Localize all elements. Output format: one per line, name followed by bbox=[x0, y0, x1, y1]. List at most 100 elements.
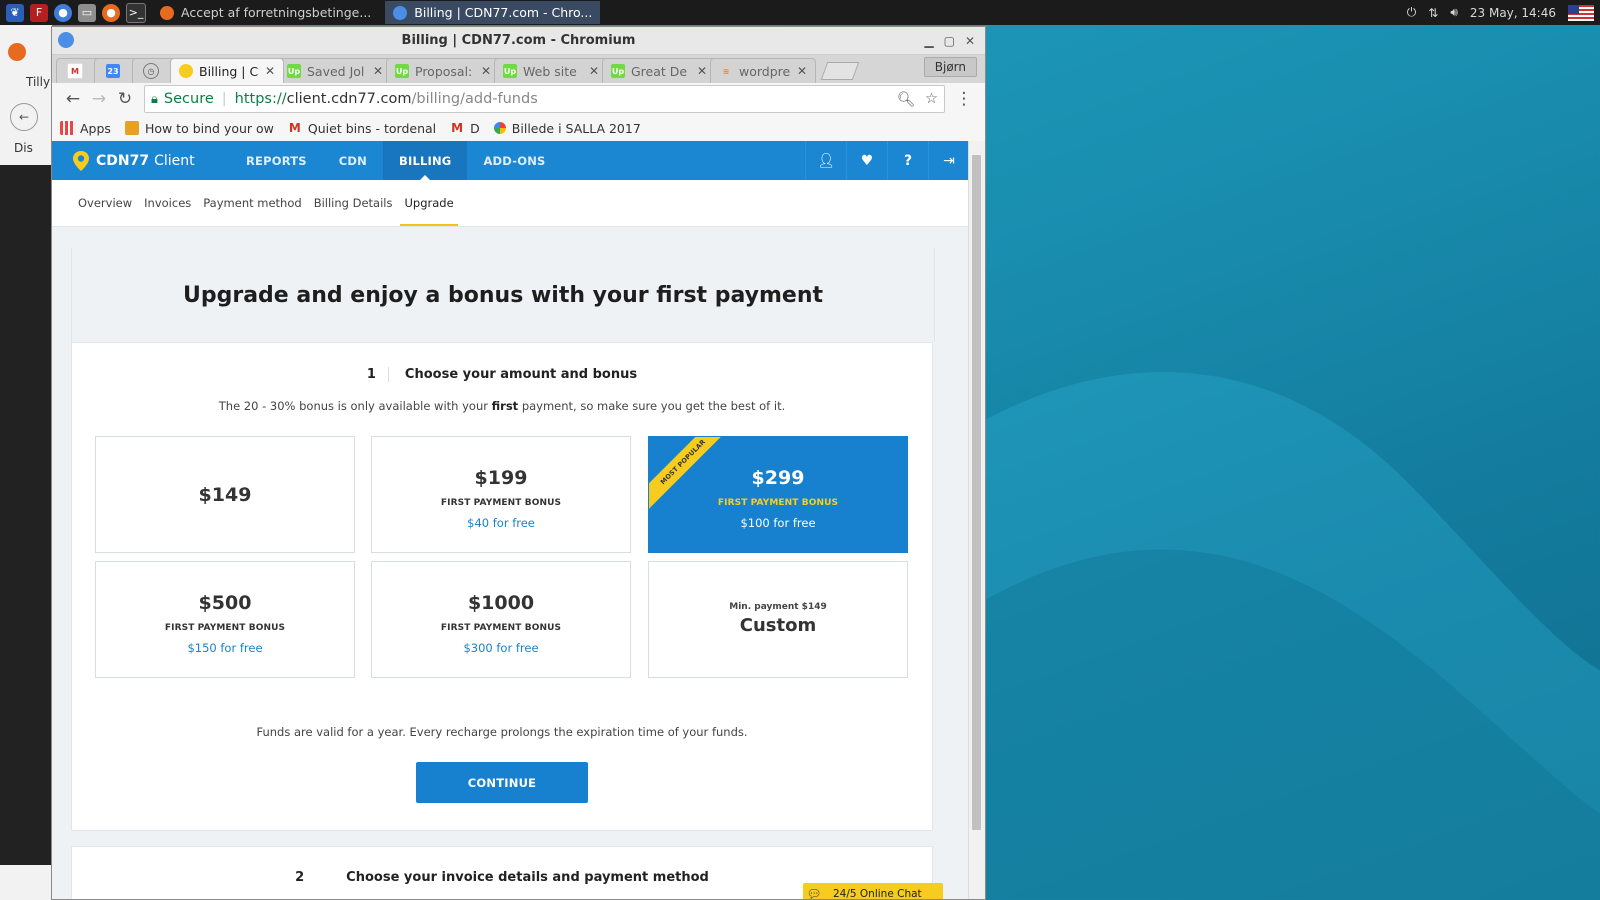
amount-card-199[interactable]: $199 FIRST PAYMENT BONUS $40 for free bbox=[371, 436, 631, 553]
profile-button[interactable]: Bjørn bbox=[923, 57, 977, 77]
minimize-icon[interactable]: ▁ bbox=[924, 34, 933, 48]
close-tab-icon[interactable]: ✕ bbox=[373, 64, 383, 78]
user-icon[interactable]: 👤︎ bbox=[805, 141, 846, 180]
card-bonus-label: FIRST PAYMENT BONUS bbox=[440, 623, 562, 633]
close-tab-icon[interactable]: ✕ bbox=[589, 64, 599, 78]
task-chromium[interactable]: Billing | CDN77.com - Chro... bbox=[385, 1, 601, 24]
desc-bold: first bbox=[491, 399, 519, 413]
amount-card-500[interactable]: $500 FIRST PAYMENT BONUS $150 for free bbox=[95, 561, 355, 678]
clock[interactable]: 23 May, 14:46 bbox=[1470, 6, 1556, 20]
tab-upwork-saved[interactable]: Up Saved Jol ✕ bbox=[278, 58, 392, 83]
bookmark-quiet-bins[interactable]: M Quiet bins - tordenal bbox=[288, 121, 436, 136]
menu-icon[interactable]: ❦ bbox=[6, 3, 24, 22]
bookmark-star-icon[interactable]: ☆ bbox=[925, 91, 938, 108]
card-amount: $149 bbox=[198, 483, 252, 506]
chat-bubble-icon: 💬︎ bbox=[806, 887, 822, 900]
brand-rest: Client bbox=[154, 152, 195, 169]
tab-stackoverflow[interactable]: ≋ wordpres ✕ bbox=[710, 58, 816, 83]
cdn77-pin-icon bbox=[73, 150, 89, 171]
nav-cdn[interactable]: CDN bbox=[323, 141, 383, 180]
back-icon[interactable]: ← bbox=[60, 89, 86, 109]
address-bar[interactable]: 🔒︎ Secure | https:// client.cdn77.com /b… bbox=[144, 85, 945, 113]
us-flag-icon[interactable] bbox=[1568, 4, 1594, 21]
task-firefox[interactable]: Accept af forretningsbetinge... bbox=[152, 1, 379, 24]
amount-card-299[interactable]: MOST POPULAR $299 FIRST PAYMENT BONUS $1… bbox=[648, 436, 908, 553]
min-payment-label: Min. payment $149 bbox=[729, 602, 827, 612]
bookmark-billede[interactable]: Billede i SALLA 2017 bbox=[493, 121, 641, 136]
card-bonus-value: $300 for free bbox=[463, 641, 539, 655]
stackoverflow-icon: ≋ bbox=[722, 66, 730, 76]
network-icon[interactable]: ⇅ bbox=[1428, 6, 1438, 20]
amount-card-149[interactable]: $149 bbox=[95, 436, 355, 553]
nav-billing[interactable]: BILLING bbox=[383, 141, 468, 180]
health-icon[interactable]: ♥ bbox=[846, 141, 887, 180]
folder-user-icon bbox=[124, 121, 139, 135]
browser-window: Billing | CDN77.com - Chromium ▁ ▢ ✕ M 2… bbox=[51, 26, 986, 900]
subnav-payment-method[interactable]: Payment method bbox=[199, 180, 305, 226]
scrollbar-thumb[interactable] bbox=[972, 155, 981, 830]
new-tab-button[interactable] bbox=[820, 62, 860, 80]
tab-label: Proposal: bbox=[415, 63, 473, 79]
bookmark-bind[interactable]: How to bind your ow bbox=[124, 121, 274, 136]
subnav-invoices[interactable]: Invoices bbox=[140, 180, 195, 226]
close-tab-icon[interactable]: ✕ bbox=[481, 64, 491, 78]
forward-icon[interactable]: → bbox=[86, 89, 112, 109]
step1-header: 1 Choose your amount and bonus bbox=[72, 367, 932, 382]
terminal-icon[interactable]: >_ bbox=[126, 2, 146, 23]
page-scrollbar[interactable] bbox=[968, 141, 985, 899]
tab-upwork-great[interactable]: Up Great De ✕ bbox=[602, 58, 716, 83]
tab-strip: M 23 ◷ Billing | C ✕ Up Saved Jol ✕ Up P… bbox=[52, 55, 985, 83]
subnav-billing-details[interactable]: Billing Details bbox=[310, 180, 397, 226]
amount-card-custom[interactable]: Min. payment $149 Custom bbox=[648, 561, 908, 678]
step1-section: 1 Choose your amount and bonus The 20 - 3… bbox=[71, 342, 933, 831]
bookmark-label: Quiet bins - tordenal bbox=[307, 120, 437, 136]
amount-card-1000[interactable]: $1000 FIRST PAYMENT BONUS $300 for free bbox=[371, 561, 631, 678]
nav-addons[interactable]: ADD-ONS bbox=[467, 141, 561, 180]
filezilla-icon[interactable]: F bbox=[30, 3, 48, 22]
upwork-icon: Up bbox=[287, 64, 301, 78]
close-tab-icon[interactable]: ✕ bbox=[697, 64, 707, 78]
billing-subnav: Overview Invoices Payment method Billing… bbox=[52, 180, 969, 227]
firefox-icon bbox=[160, 5, 174, 20]
firefox-icon[interactable]: ● bbox=[102, 3, 120, 22]
tab-upwork-proposal[interactable]: Up Proposal: ✕ bbox=[386, 58, 500, 83]
subnav-upgrade[interactable]: Upgrade bbox=[400, 180, 458, 226]
reload-icon[interactable]: ↻ bbox=[112, 89, 138, 109]
page-viewport: CDN77 Client REPORTS CDN BILLING ADD-ONS… bbox=[52, 141, 969, 900]
gmail-icon: M bbox=[67, 63, 83, 79]
tab-label: Web site bbox=[523, 63, 577, 79]
card-bonus-label: FIRST PAYMENT BONUS bbox=[717, 498, 839, 508]
chat-label: 24/5 Online Chat bbox=[833, 888, 922, 900]
menu-kebab-icon[interactable]: ⋮ bbox=[951, 89, 977, 109]
volume-icon[interactable]: 🔊︎ bbox=[1450, 5, 1458, 20]
continue-button[interactable]: CONTINUE bbox=[416, 762, 588, 803]
online-chat-widget[interactable]: 💬︎ 24/5 Online Chat bbox=[803, 883, 943, 900]
funds-validity-note: Funds are valid for a year. Every rechar… bbox=[256, 725, 748, 739]
tab-upwork-website[interactable]: Up Web site ✕ bbox=[494, 58, 608, 83]
desktop-wallpaper-wave bbox=[985, 372, 1600, 900]
custom-label: Custom bbox=[739, 615, 817, 636]
firefox-icon bbox=[8, 43, 26, 61]
chromium-icon[interactable]: ● bbox=[54, 3, 72, 22]
card-bonus-label: FIRST PAYMENT BONUS bbox=[164, 623, 286, 633]
close-icon[interactable]: ✕ bbox=[965, 34, 975, 48]
address-separator: | bbox=[221, 91, 227, 107]
zoom-icon[interactable]: 🔍︎ bbox=[897, 91, 915, 108]
files-icon[interactable]: ▭ bbox=[78, 3, 96, 22]
maximize-icon[interactable]: ▢ bbox=[944, 34, 955, 48]
nav-reports[interactable]: REPORTS bbox=[230, 141, 323, 180]
tab-billing[interactable]: Billing | C ✕ bbox=[170, 58, 284, 83]
bookmark-apps[interactable]: Apps bbox=[60, 121, 111, 136]
card-bonus-label: FIRST PAYMENT BONUS bbox=[440, 498, 562, 508]
bookmark-d[interactable]: M D bbox=[450, 121, 480, 136]
logout-icon[interactable]: ⇥ bbox=[928, 141, 969, 180]
close-tab-icon[interactable]: ✕ bbox=[265, 64, 275, 78]
help-icon[interactable]: ? bbox=[887, 141, 928, 180]
power-icon[interactable]: ⏻ bbox=[1407, 5, 1417, 20]
subnav-overview[interactable]: Overview bbox=[74, 180, 136, 226]
gmail-icon: M bbox=[451, 121, 464, 135]
behind-text: Tilly bbox=[26, 75, 51, 89]
brand-logo[interactable]: CDN77 Client bbox=[52, 150, 230, 172]
close-tab-icon[interactable]: ✕ bbox=[797, 64, 807, 78]
url-scheme: https:// bbox=[234, 91, 287, 107]
